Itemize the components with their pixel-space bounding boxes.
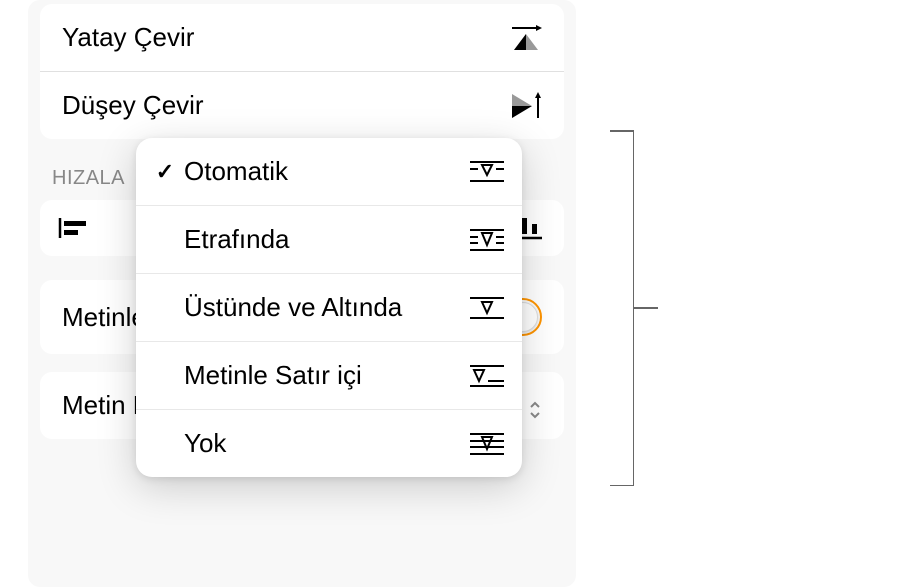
- wrap-inline-icon: [470, 364, 504, 388]
- popup-item-auto[interactable]: ✓ Otomatik: [136, 138, 522, 206]
- flip-horizontal-icon: [510, 24, 542, 52]
- flip-vertical-label: Düşey Çevir: [62, 90, 204, 121]
- popup-label: Otomatik: [180, 156, 470, 187]
- wrap-around-icon: [470, 228, 504, 252]
- flip-vertical-row[interactable]: Düşey Çevir: [40, 72, 564, 139]
- flip-horizontal-label: Yatay Çevir: [62, 22, 194, 53]
- wrap-above-below-icon: [470, 296, 504, 320]
- popup-item-around[interactable]: Etrafında: [136, 206, 522, 274]
- wrap-auto-icon: [470, 160, 504, 184]
- chevrons-icon: [528, 396, 542, 416]
- flip-vertical-icon: [510, 92, 542, 120]
- align-left-icon[interactable]: [58, 216, 90, 240]
- popup-label: Etrafında: [180, 224, 470, 255]
- callout-bracket: [610, 130, 634, 486]
- popup-label: Üstünde ve Altında: [180, 292, 470, 323]
- flip-horizontal-row[interactable]: Yatay Çevir: [40, 4, 564, 72]
- popup-item-none[interactable]: Yok: [136, 410, 522, 477]
- popup-label: Yok: [180, 428, 470, 459]
- callout-bracket-tick: [634, 307, 658, 309]
- popup-label: Metinle Satır içi: [180, 360, 470, 391]
- text-wrap-popup: ✓ Otomatik Etrafında: [136, 138, 522, 477]
- popup-item-inline[interactable]: Metinle Satır içi: [136, 342, 522, 410]
- popup-item-above-below[interactable]: Üstünde ve Altında: [136, 274, 522, 342]
- checkmark-icon: ✓: [150, 159, 180, 185]
- wrap-none-icon: [470, 432, 504, 456]
